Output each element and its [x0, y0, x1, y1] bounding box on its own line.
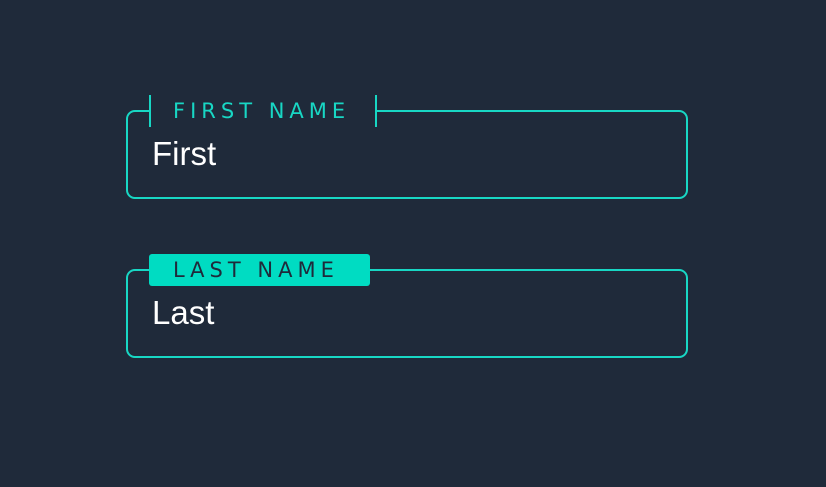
first-name-field[interactable]: FIRST NAME First: [126, 95, 688, 199]
last-name-label: LAST NAME: [149, 254, 370, 286]
last-name-input[interactable]: Last: [152, 293, 214, 333]
first-name-input[interactable]: First: [152, 134, 216, 174]
last-name-field[interactable]: LAST NAME Last: [126, 254, 688, 358]
first-name-label: FIRST NAME: [149, 95, 377, 127]
first-name-label-text: FIRST NAME: [173, 99, 351, 123]
last-name-label-text: LAST NAME: [173, 258, 339, 282]
